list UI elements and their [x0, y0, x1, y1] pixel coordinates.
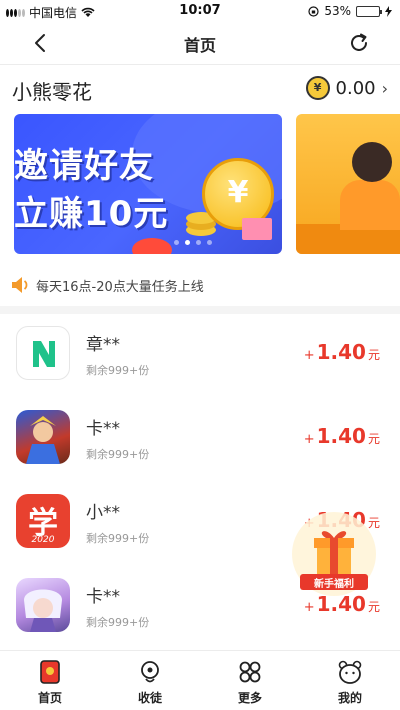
tab-label: 收徒 — [137, 691, 162, 705]
banner-invite[interactable]: 邀请好友 立赚10元 ¥ — [14, 114, 282, 254]
list-item[interactable]: 章** 剩余999+份 + 1.40 元 — [0, 316, 400, 400]
reward-value: 1.40 — [316, 340, 366, 364]
battery-icon — [356, 5, 382, 17]
status-bar: 中国电信 10:07 53% — [0, 0, 400, 22]
balance-button[interactable]: ¥ 0.00 › — [305, 76, 388, 100]
learn-app-icon: 学 2020 — [16, 494, 70, 548]
orientation-lock-icon — [308, 5, 319, 17]
tab-profile[interactable]: 我的 — [300, 651, 400, 710]
task-reward: + 1.40 元 — [304, 340, 380, 364]
task-name: 章** — [86, 335, 120, 355]
anime-app-icon — [16, 578, 70, 632]
reward-plus: + — [303, 348, 315, 363]
newbie-gift-button[interactable]: 新手福利 — [286, 508, 382, 604]
profile-icon — [338, 660, 362, 684]
status-right: 53% — [308, 4, 392, 18]
task-name: 卡** — [86, 419, 120, 439]
nav-divider — [0, 64, 400, 65]
task-remaining: 剩余999+份 — [86, 364, 150, 377]
chevron-right-icon: › — [381, 78, 388, 98]
reward-unit: 元 — [367, 348, 380, 362]
carousel-dot[interactable] — [207, 240, 212, 245]
tab-label: 首页 — [37, 691, 62, 705]
reward-plus: + — [303, 432, 315, 447]
notice-bar: 每天16点-20点大量任务上线 — [10, 274, 204, 296]
coin-icon: ¥ — [305, 76, 330, 100]
banner-headline: 邀请好友 — [14, 146, 154, 186]
tab-home[interactable]: 首页 — [0, 651, 100, 710]
banner-subheadline: 立赚10元 — [14, 194, 169, 234]
task-name: 小** — [86, 503, 120, 523]
speaker-icon — [12, 277, 28, 293]
reward-unit: 元 — [367, 432, 380, 446]
section-gap — [0, 306, 400, 314]
gift-box-icon — [242, 218, 272, 240]
list-item[interactable]: 卡** 剩余999+份 + 1.40 元 — [0, 400, 400, 484]
n-app-icon — [16, 326, 70, 380]
game-app-icon — [16, 410, 70, 464]
battery-percent: 53% — [324, 4, 351, 18]
banner-red-decoration — [132, 238, 172, 254]
app-name: 小熊零花 — [12, 80, 92, 104]
task-remaining: 剩余999+份 — [86, 616, 150, 629]
task-reward: + 1.40 元 — [304, 424, 380, 448]
carousel-dot[interactable] — [174, 240, 179, 245]
nav-bar: 首页 — [0, 22, 400, 64]
learn-icon-year: 2020 — [31, 535, 55, 545]
balance-amount: 0.00 — [335, 77, 376, 99]
promo-label: 新手福利 — [314, 579, 354, 590]
task-remaining: 剩余999+份 — [86, 448, 150, 461]
charging-icon — [385, 5, 392, 17]
tab-label: 更多 — [237, 691, 262, 705]
banner-next-preview[interactable] — [296, 114, 400, 254]
tab-more[interactable]: 更多 — [200, 651, 300, 710]
refresh-icon[interactable] — [346, 30, 372, 56]
notice-text: 每天16点-20点大量任务上线 — [36, 279, 204, 295]
banner-carousel[interactable]: 邀请好友 立赚10元 ¥ — [14, 114, 400, 254]
headset-person-icon — [352, 142, 392, 182]
carousel-dot[interactable] — [196, 240, 201, 245]
page-title: 首页 — [183, 36, 216, 55]
reward-value: 1.40 — [316, 424, 366, 448]
task-remaining: 剩余999+份 — [86, 532, 150, 545]
tab-label: 我的 — [337, 691, 362, 705]
task-name: 卡** — [86, 587, 120, 607]
apprentice-icon — [141, 661, 159, 683]
more-icon — [239, 661, 261, 683]
carousel-indicator — [174, 240, 212, 245]
brand-row: 小熊零花 ¥ 0.00 › — [0, 70, 400, 106]
tab-apprentice[interactable]: 收徒 — [100, 651, 200, 710]
person-illustration — [340, 180, 400, 230]
tab-bar: 首页 收徒 更多 我的 — [0, 650, 400, 710]
carousel-dot[interactable] — [185, 240, 190, 245]
home-icon — [40, 660, 60, 684]
